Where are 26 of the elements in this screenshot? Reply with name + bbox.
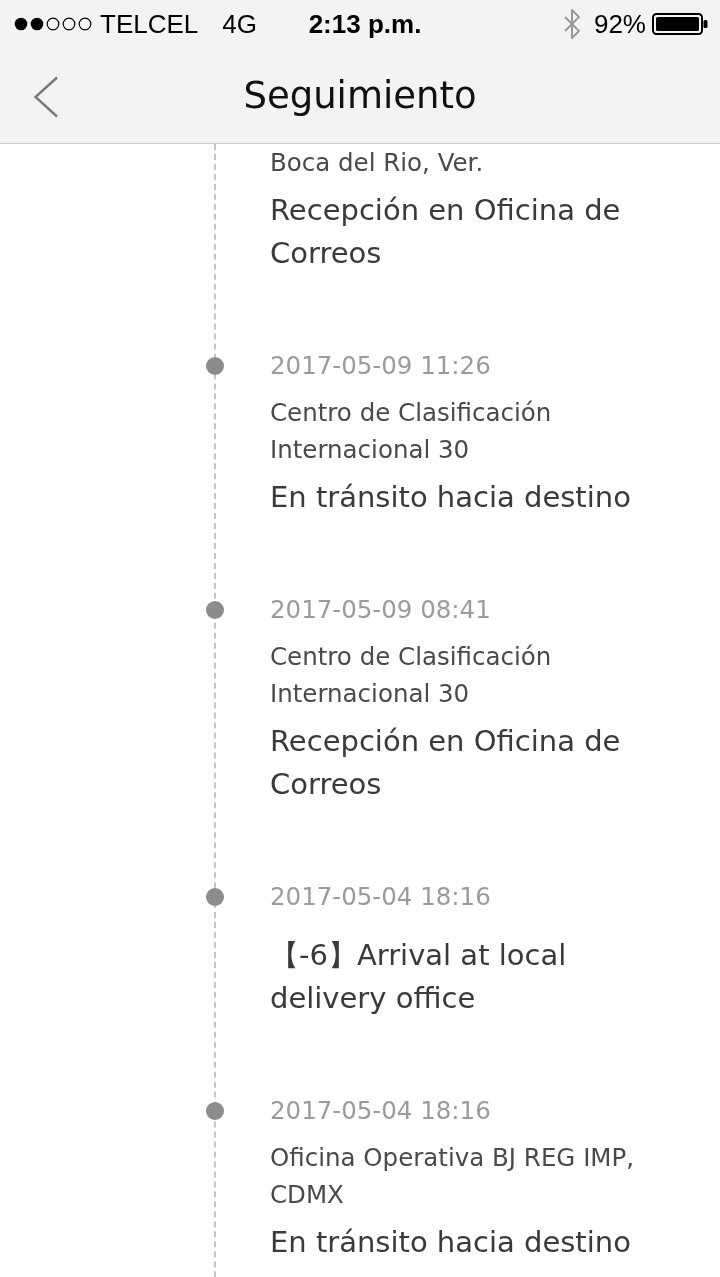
timeline-dot-icon <box>206 1102 224 1120</box>
event-location: Oficina Operativa BJ REG IMP, CDMX <box>270 1142 636 1211</box>
event-location: Boca del Rio, Ver. <box>270 147 485 179</box>
screen-title: Seguimiento <box>243 72 477 119</box>
event-location: Centro de Clasificación Internacional 30 <box>270 397 553 466</box>
event-status: En tránsito hacia destino <box>270 479 632 516</box>
timeline-dot-icon <box>206 888 224 906</box>
network-type: 4G <box>222 9 257 39</box>
timeline-dot-icon <box>206 357 224 375</box>
event-status: En tránsito hacia destino <box>270 1224 632 1261</box>
event-date: 2017-05-04 18:16 <box>270 1095 492 1127</box>
event-date: 2017-05-09 08:41 <box>270 594 492 626</box>
event-date: 2017-05-09 11:26 <box>270 350 492 382</box>
carrier-name: TELCEL <box>100 9 199 39</box>
battery-percentage: 92% <box>593 9 646 39</box>
chevron-left-icon <box>33 75 59 118</box>
signal-icon <box>14 17 92 31</box>
event-date: 2017-05-04 18:16 <box>270 881 492 913</box>
battery-icon <box>652 13 708 35</box>
bluetooth-icon <box>563 9 580 39</box>
event-status: 【-6】Arrival at local delivery office <box>270 937 568 1017</box>
clock-time: 2:13 p.m. <box>308 9 422 39</box>
event-location: Centro de Clasificación Internacional 30 <box>270 641 553 710</box>
event-status: Recepción en Oficina de Correos <box>270 723 622 803</box>
timeline-dot-icon <box>206 601 224 619</box>
event-status: Recepción en Oficina de Correos <box>270 192 622 272</box>
